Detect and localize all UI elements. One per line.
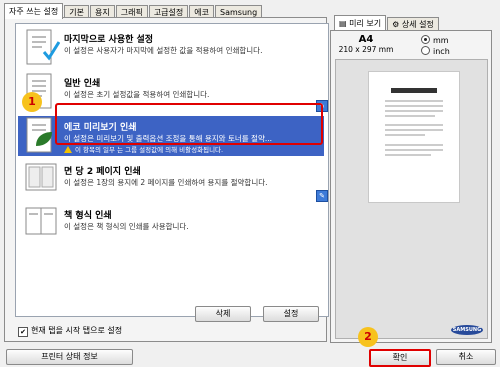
preset-description: 이 설정은 1장의 용지에 2 페이지를 인쇄하여 용지를 절약합니다. <box>64 178 268 187</box>
settings-button[interactable]: 설정 <box>263 306 319 322</box>
preset-title: 마지막으로 사용한 설정 <box>64 35 154 45</box>
unit-inch-radio[interactable]: inch <box>421 46 450 56</box>
print-preferences-dialog: 자주 쓰는 설정 기본 용지 그래픽 고급설정 에코 Samsung 마지막으로… <box>0 0 500 367</box>
samsung-logo: SAMSUNG <box>451 325 483 335</box>
unit-mm-radio[interactable]: mm <box>421 35 449 45</box>
preview-tabbar: ▤ 미리 보기 ⚙ 상세 설정 <box>334 15 440 31</box>
paper-info: A4 210 x 297 mm <box>335 34 397 54</box>
callout-1: 1 <box>22 92 42 112</box>
preset-2-up-print[interactable]: 면 당 2 페이지 인쇄 이 설정은 1장의 용지에 2 페이지를 인쇄하여 용… <box>18 160 328 202</box>
preset-booklet-print[interactable]: 책 형식 인쇄 이 설정은 책 형식의 인쇄를 사용합니다. <box>18 204 324 244</box>
preset-description: 이 설정은 책 형식의 인쇄를 사용합니다. <box>64 222 189 231</box>
warning-icon <box>64 146 72 153</box>
preset-warning: 이 항목의 일부 는 그룹 설정값에 의해 비활성화됩니다. <box>64 144 223 154</box>
checkbox-check-icon: ✔ <box>18 327 28 337</box>
tab-details-label: 상세 설정 <box>401 20 434 29</box>
preset-description: 이 설정은 사용자가 마지막에 설정한 값을 적용하여 인쇄합니다. <box>64 46 263 55</box>
page-preview-sheet <box>368 71 460 203</box>
paper-size: 210 x 297 mm <box>338 45 394 54</box>
page-preview-area: SAMSUNG <box>335 59 488 339</box>
callout-2: 2 <box>358 327 378 347</box>
paper-name: A4 <box>358 34 374 45</box>
two-pages-icon <box>25 163 57 191</box>
preset-title: 일반 인쇄 <box>64 79 101 89</box>
checkbox-label: 현재 탭을 시작 탭으로 설정 <box>31 326 123 335</box>
radio-empty-icon <box>421 46 430 55</box>
unit-inch-label: inch <box>433 47 450 56</box>
details-icon: ⚙ <box>392 20 402 29</box>
start-tab-checkbox[interactable]: ✔ 현재 탭을 시작 탭으로 설정 <box>18 325 122 337</box>
preset-title: 책 형식 인쇄 <box>64 211 112 221</box>
preset-list: 마지막으로 사용한 설정 이 설정은 사용자가 마지막에 설정한 값을 적용하여… <box>15 23 329 317</box>
booklet-icon <box>25 207 57 235</box>
tab-favorites[interactable]: 자주 쓰는 설정 <box>4 3 64 19</box>
preview-panel: A4 210 x 297 mm mm inch SAMSUNG <box>330 30 492 343</box>
tab-preview-label: 미리 보기 <box>349 19 382 28</box>
cancel-button[interactable]: 취소 <box>436 349 496 365</box>
radio-selected-icon <box>421 35 430 44</box>
document-thumbnail-icon <box>26 29 60 65</box>
highlight-eco-preset <box>55 103 323 145</box>
preset-description: 이 설정은 초기 설정값을 적용하여 인쇄합니다. <box>64 90 210 99</box>
unit-mm-label: mm <box>433 36 449 45</box>
edit-icon[interactable]: ✎ <box>316 190 328 202</box>
delete-button[interactable]: 삭제 <box>195 306 251 322</box>
tab-details[interactable]: ⚙ 상세 설정 <box>387 17 439 31</box>
tab-preview[interactable]: ▤ 미리 보기 <box>334 15 387 31</box>
preset-title: 면 당 2 페이지 인쇄 <box>64 167 141 177</box>
ok-button[interactable]: 확인 <box>369 349 431 367</box>
printer-status-button[interactable]: 프린터 상태 정보 <box>6 349 133 365</box>
preset-last-used[interactable]: 마지막으로 사용한 설정 이 설정은 사용자가 마지막에 설정한 값을 적용하여… <box>18 28 324 68</box>
warning-text: 이 항목의 일부 는 그룹 설정값에 의해 비활성화됩니다. <box>75 146 224 154</box>
preview-icon: ▤ <box>339 19 350 28</box>
favorites-panel: 마지막으로 사용한 설정 이 설정은 사용자가 마지막에 설정한 값을 적용하여… <box>4 17 329 342</box>
settings-tabbar: 자주 쓰는 설정 기본 용지 그래픽 고급설정 에코 Samsung <box>4 3 263 19</box>
